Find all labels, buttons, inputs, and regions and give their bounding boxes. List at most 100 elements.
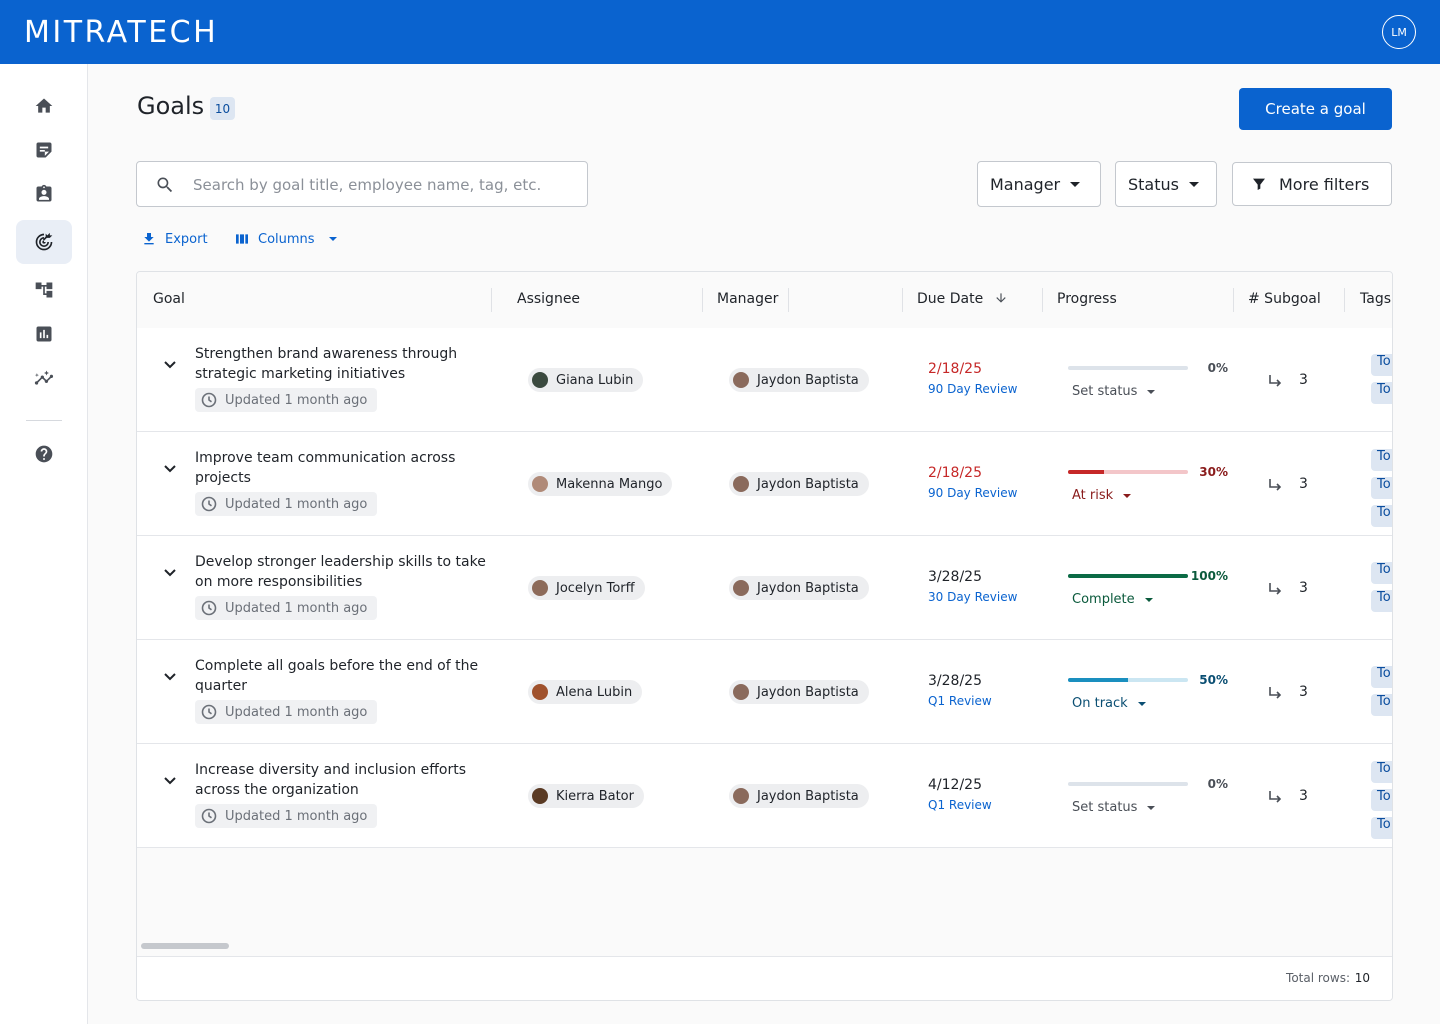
manager-chip[interactable]: Jaydon Baptista [729, 576, 869, 600]
status-dropdown[interactable]: Complete [1072, 592, 1153, 607]
filter-icon [1253, 178, 1265, 190]
goal-title[interactable]: Complete all goals before the end of the… [195, 656, 495, 696]
goal-title[interactable]: Develop stronger leadership skills to ta… [195, 552, 495, 592]
assignee-chip[interactable]: Makenna Mango [528, 472, 673, 496]
review-link[interactable]: 90 Day Review [928, 382, 1017, 396]
assignee-chip[interactable]: Jocelyn Torff [528, 576, 645, 600]
column-separator[interactable] [1042, 288, 1043, 312]
goal-count-badge: 10 [210, 97, 235, 120]
expand-row-button[interactable] [163, 356, 177, 370]
column-header-subgoal[interactable]: # Subgoal [1248, 291, 1321, 307]
review-link[interactable]: Q1 Review [928, 694, 992, 708]
columns-icon [236, 234, 248, 244]
avatar [733, 476, 749, 492]
status-filter[interactable]: Status [1115, 161, 1217, 207]
expand-row-button[interactable] [163, 668, 177, 682]
progress-fill [1068, 470, 1104, 474]
expand-row-button[interactable] [163, 564, 177, 578]
column-header-assignee[interactable]: Assignee [517, 291, 580, 307]
sidebar [0, 64, 88, 1024]
tag-chip[interactable]: To [1371, 505, 1392, 527]
avatar [532, 476, 548, 492]
avatar [733, 372, 749, 388]
column-header-tags[interactable]: Tags [1360, 291, 1391, 307]
avatar [532, 684, 548, 700]
column-separator[interactable] [702, 288, 703, 312]
arrow-down-icon[interactable] [994, 291, 1008, 305]
table-row[interactable]: Develop stronger leadership skills to ta… [137, 536, 1392, 640]
tag-chip[interactable]: To [1371, 761, 1392, 783]
updated-text: Updated 1 month ago [225, 496, 368, 512]
tag-chip[interactable]: To [1371, 817, 1392, 839]
manager-chip[interactable]: Jaydon Baptista [729, 680, 869, 704]
expand-row-button[interactable] [163, 772, 177, 786]
logo[interactable]: MITRATECH [24, 15, 218, 50]
sidebar-item-reports[interactable] [16, 312, 72, 356]
expand-row-button[interactable] [163, 460, 177, 474]
table-row[interactable]: Complete all goals before the end of the… [137, 640, 1392, 744]
tag-chip[interactable]: To [1371, 354, 1392, 376]
goal-title[interactable]: Increase diversity and inclusion efforts… [195, 760, 495, 800]
tag-chip[interactable]: To [1371, 590, 1392, 612]
sidebar-item-analytics[interactable] [16, 356, 72, 400]
manager-chip[interactable]: Jaydon Baptista [729, 784, 869, 808]
manager-filter[interactable]: Manager [977, 161, 1101, 207]
clock-icon [201, 392, 217, 408]
column-separator[interactable] [491, 288, 492, 312]
horizontal-scrollbar[interactable] [141, 943, 229, 949]
assignee-chip[interactable]: Kierra Bator [528, 784, 644, 808]
sidebar-item-home[interactable] [16, 84, 72, 128]
chevron-down-icon [164, 777, 176, 785]
chevron-down-icon [1147, 389, 1156, 394]
column-separator[interactable] [902, 288, 903, 312]
sidebar-item-org-chart[interactable] [16, 268, 72, 312]
sidebar-item-goals[interactable] [16, 220, 72, 264]
subgoal-count[interactable]: 3 [1299, 580, 1308, 596]
search-input[interactable] [193, 172, 573, 198]
status-dropdown[interactable]: Set status [1072, 384, 1156, 399]
tag-chip[interactable]: To [1371, 449, 1392, 471]
status-dropdown[interactable]: On track [1072, 696, 1146, 711]
review-link[interactable]: 30 Day Review [928, 590, 1017, 604]
manager-chip[interactable]: Jaydon Baptista [729, 368, 869, 392]
subgoal-count[interactable]: 3 [1299, 476, 1308, 492]
help-icon [35, 445, 53, 463]
sidebar-item-notes[interactable] [16, 128, 72, 172]
tag-chip[interactable]: To [1371, 382, 1392, 404]
assignee-name: Giana Lubin [556, 372, 634, 388]
column-separator[interactable] [1233, 288, 1234, 312]
sidebar-item-assignments[interactable] [16, 172, 72, 216]
tag-chip[interactable]: To [1371, 666, 1392, 688]
column-separator[interactable] [1344, 288, 1345, 312]
column-header-progress[interactable]: Progress [1057, 291, 1117, 307]
table-row[interactable]: Increase diversity and inclusion efforts… [137, 744, 1392, 848]
column-separator[interactable] [788, 288, 789, 312]
column-header-goal[interactable]: Goal [153, 291, 185, 307]
table-row[interactable]: Improve team communication across projec… [137, 432, 1392, 536]
tag-chip[interactable]: To [1371, 477, 1392, 499]
review-link[interactable]: 90 Day Review [928, 486, 1017, 500]
export-button[interactable]: Export [141, 229, 208, 249]
sidebar-item-help[interactable] [16, 432, 72, 476]
subgoal-count[interactable]: 3 [1299, 788, 1308, 804]
create-goal-button[interactable]: Create a goal [1239, 88, 1392, 130]
subgoal-count[interactable]: 3 [1299, 684, 1308, 700]
tag-chip[interactable]: To [1371, 694, 1392, 716]
tag-chip[interactable]: To [1371, 562, 1392, 584]
subgoal-count[interactable]: 3 [1299, 372, 1308, 388]
goal-title[interactable]: Strengthen brand awareness through strat… [195, 344, 495, 384]
assignee-chip[interactable]: Alena Lubin [528, 680, 643, 704]
manager-chip[interactable]: Jaydon Baptista [729, 472, 869, 496]
review-link[interactable]: Q1 Review [928, 798, 992, 812]
more-filters-button[interactable]: More filters [1232, 162, 1392, 206]
assignee-chip[interactable]: Giana Lubin [528, 368, 644, 392]
status-dropdown[interactable]: Set status [1072, 800, 1156, 815]
column-header-due-date[interactable]: Due Date [917, 291, 1008, 307]
column-header-manager[interactable]: Manager [717, 291, 778, 307]
columns-button[interactable]: Columns [234, 229, 337, 249]
tag-chip[interactable]: To [1371, 789, 1392, 811]
user-avatar[interactable]: LM [1382, 15, 1416, 49]
goal-title[interactable]: Improve team communication across projec… [195, 448, 495, 488]
table-row[interactable]: Strengthen brand awareness through strat… [137, 328, 1392, 432]
status-dropdown[interactable]: At risk [1072, 488, 1132, 503]
